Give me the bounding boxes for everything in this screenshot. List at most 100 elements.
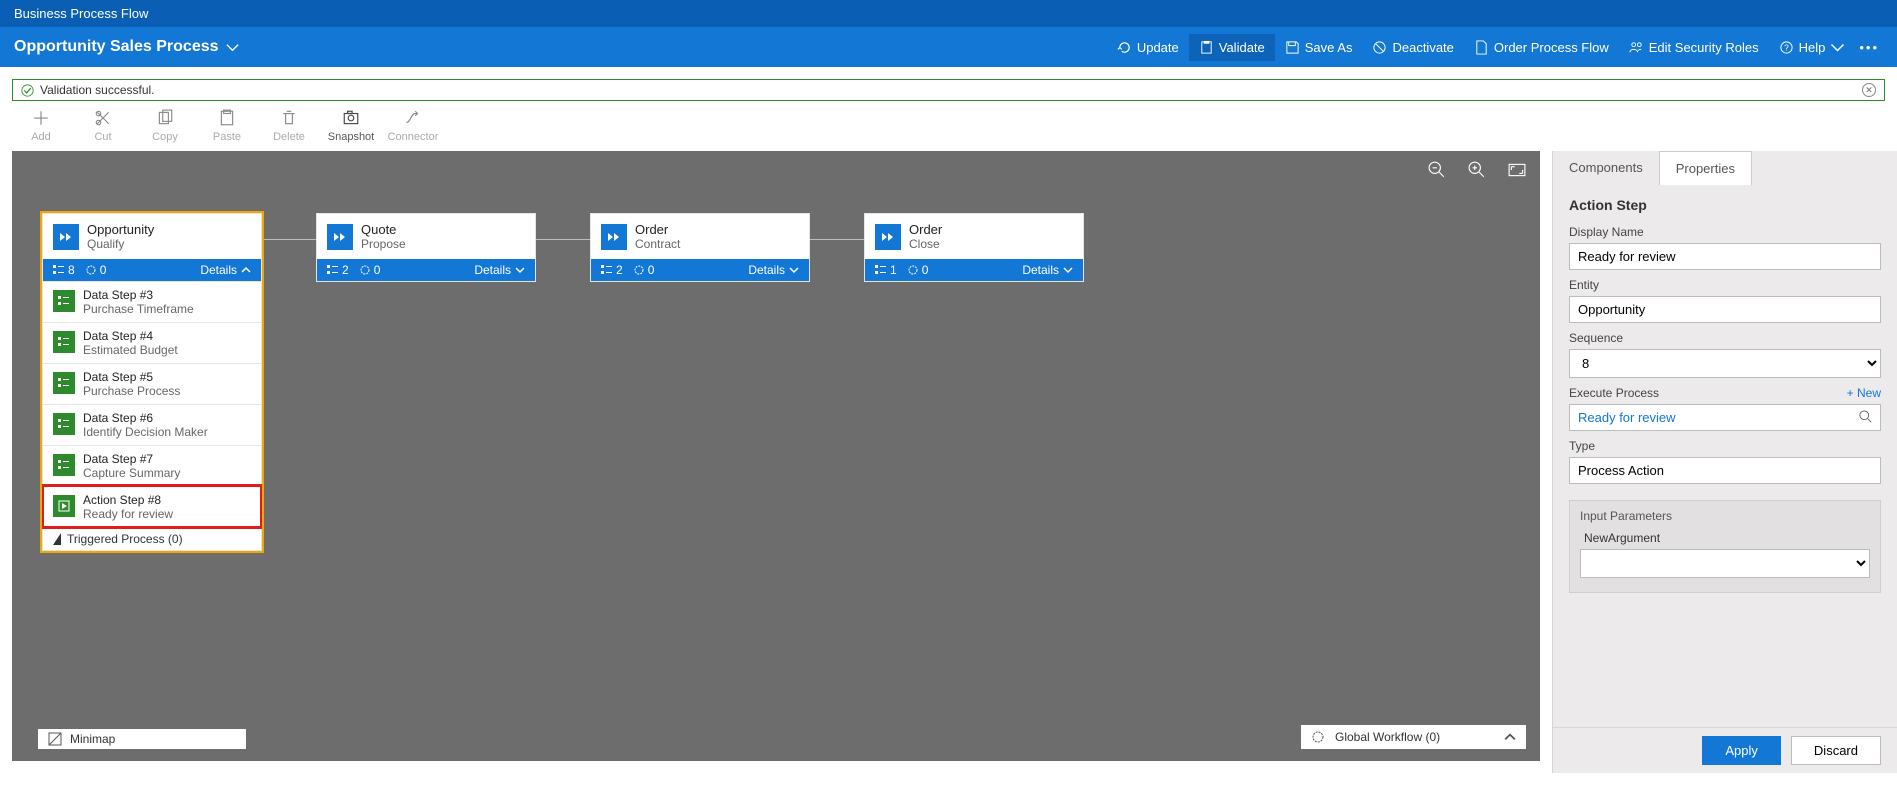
chevron-up-icon	[241, 265, 251, 275]
tab-components[interactable]: Components	[1553, 151, 1659, 185]
triangle-icon	[53, 533, 61, 545]
type-input[interactable]	[1569, 457, 1881, 484]
discard-button[interactable]: Discard	[1791, 736, 1881, 765]
add-tool[interactable]: Add	[14, 109, 68, 143]
tab-properties[interactable]: Properties	[1659, 151, 1752, 185]
details-toggle[interactable]: Details	[200, 263, 251, 277]
new-process-link[interactable]: + New	[1847, 386, 1881, 400]
paste-label: Paste	[213, 131, 241, 143]
panel-footer: Apply Discard	[1553, 727, 1897, 773]
execute-process-input[interactable]	[1569, 404, 1881, 431]
deactivate-icon	[1372, 40, 1387, 55]
stage-icon	[327, 224, 353, 250]
display-name-input[interactable]	[1569, 243, 1881, 270]
stage-icon	[875, 224, 901, 250]
paste-tool[interactable]: Paste	[200, 109, 254, 143]
update-label: Update	[1137, 40, 1179, 55]
details-toggle[interactable]: Details	[1022, 263, 1073, 277]
stage-title: Order	[635, 222, 680, 237]
entity-input[interactable]	[1569, 296, 1881, 323]
list-icon	[53, 413, 75, 435]
cut-label: Cut	[94, 131, 111, 143]
order-flow-button[interactable]: Order Process Flow	[1464, 34, 1619, 61]
step-title: Data Step #6	[83, 411, 208, 425]
global-workflow[interactable]: Global Workflow (0)	[1301, 725, 1526, 749]
apply-button[interactable]: Apply	[1702, 736, 1781, 765]
list-icon	[53, 372, 75, 394]
cut-tool[interactable]: Cut	[76, 109, 130, 143]
paste-icon	[218, 109, 236, 127]
chevron-down-icon	[225, 40, 240, 55]
workflow-count: 0	[907, 263, 929, 277]
designer-canvas[interactable]: OpportunityQualify 8 0 Details Data Step…	[12, 151, 1540, 761]
stage-title: Order	[909, 222, 942, 237]
minimap-toggle[interactable]: Minimap	[38, 729, 246, 749]
people-icon	[1629, 40, 1644, 55]
action-step[interactable]: Action Step #8Ready for review	[43, 486, 261, 527]
stage-order-close[interactable]: OrderClose 10Details	[864, 213, 1084, 282]
data-step[interactable]: Data Step #7Capture Summary	[43, 445, 261, 486]
zoom-out-icon[interactable]	[1428, 161, 1446, 179]
step-count: 1	[875, 263, 897, 277]
new-argument-select[interactable]	[1580, 549, 1870, 578]
zoom-in-icon[interactable]	[1468, 161, 1486, 179]
process-title-text: Opportunity Sales Process	[14, 38, 219, 56]
save-as-button[interactable]: Save As	[1275, 34, 1363, 61]
copy-tool[interactable]: Copy	[138, 109, 192, 143]
triggered-process[interactable]: Triggered Process (0)	[43, 527, 261, 550]
validate-button[interactable]: Validate	[1189, 34, 1275, 61]
close-icon[interactable]: ✕	[1862, 83, 1876, 97]
fit-screen-icon[interactable]	[1508, 161, 1526, 179]
save-as-label: Save As	[1305, 40, 1353, 55]
delete-tool[interactable]: Delete	[262, 109, 316, 143]
details-toggle[interactable]: Details	[748, 263, 799, 277]
step-count: 2	[601, 263, 623, 277]
process-title[interactable]: Opportunity Sales Process	[14, 38, 240, 56]
execute-process-label: Execute Process + New	[1569, 386, 1881, 400]
data-step[interactable]: Data Step #3Purchase Timeframe	[43, 281, 261, 322]
stage-icon	[601, 224, 627, 250]
new-argument-label: NewArgument	[1584, 531, 1870, 545]
search-icon[interactable]	[1859, 410, 1873, 424]
sequence-select[interactable]: 8	[1569, 349, 1881, 378]
steps-list: Data Step #3Purchase TimeframeData Step …	[43, 281, 261, 527]
update-button[interactable]: Update	[1107, 34, 1189, 61]
entity-label: Entity	[1569, 278, 1881, 292]
canvas-zoom-tools	[1428, 161, 1526, 179]
stage-order-contract[interactable]: OrderContract 20Details	[590, 213, 810, 282]
chevron-up-icon	[1504, 731, 1516, 743]
workflow-count: 0	[359, 263, 381, 277]
data-step[interactable]: Data Step #6Identify Decision Maker	[43, 404, 261, 445]
data-step[interactable]: Data Step #5Purchase Process	[43, 363, 261, 404]
deactivate-button[interactable]: Deactivate	[1362, 34, 1463, 61]
step-sub: Purchase Process	[83, 384, 180, 398]
sequence-label: Sequence	[1569, 331, 1881, 345]
properties-panel: Components Properties Action Step Displa…	[1552, 151, 1897, 773]
list-icon	[53, 331, 75, 353]
snapshot-tool[interactable]: Snapshot	[324, 109, 378, 143]
edit-roles-button[interactable]: Edit Security Roles	[1619, 34, 1769, 61]
step-title: Data Step #7	[83, 452, 180, 466]
workflow-icon	[1311, 730, 1325, 744]
step-sub: Purchase Timeframe	[83, 302, 194, 316]
details-toggle[interactable]: Details	[474, 263, 525, 277]
type-label: Type	[1569, 439, 1881, 453]
stage-title: Opportunity	[87, 222, 154, 237]
step-sub: Estimated Budget	[83, 343, 178, 357]
plus-icon	[32, 109, 50, 127]
data-step[interactable]: Data Step #4Estimated Budget	[43, 322, 261, 363]
stage-opportunity[interactable]: OpportunityQualify 8 0 Details Data Step…	[42, 213, 262, 551]
more-button[interactable]: •••	[1855, 34, 1883, 61]
camera-icon	[342, 109, 360, 127]
stage-quote[interactable]: QuotePropose 20Details	[316, 213, 536, 282]
input-params-header: Input Parameters	[1580, 509, 1870, 523]
edit-roles-label: Edit Security Roles	[1649, 40, 1759, 55]
step-count: 8	[53, 263, 75, 277]
connector-tool[interactable]: Connector	[386, 109, 440, 143]
panel-tabs: Components Properties	[1553, 151, 1897, 185]
stage-sub: Qualify	[87, 237, 154, 251]
help-label: Help	[1799, 40, 1826, 55]
help-button[interactable]: ? Help	[1769, 34, 1856, 61]
workflow-icon	[85, 264, 97, 276]
input-parameters-section: Input Parameters NewArgument	[1569, 500, 1881, 593]
